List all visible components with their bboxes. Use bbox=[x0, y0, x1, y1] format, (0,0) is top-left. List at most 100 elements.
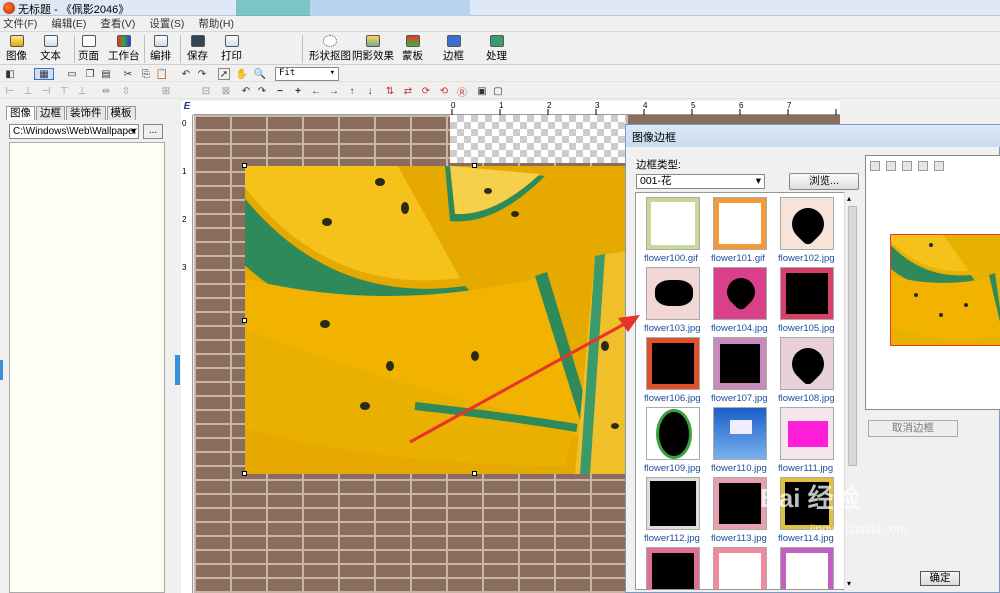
border-thumbnail[interactable]: flower111.jpg bbox=[778, 407, 836, 475]
border-thumbnail[interactable]: flower108.jpg bbox=[778, 337, 836, 405]
flip-h-icon[interactable]: ⇄ bbox=[402, 85, 414, 97]
preview-flip-h-icon[interactable] bbox=[886, 161, 896, 171]
redo-icon[interactable]: ↷ bbox=[196, 68, 208, 80]
layers-icon[interactable]: ◧ bbox=[4, 68, 16, 80]
left-edge-handle[interactable] bbox=[0, 360, 3, 380]
cut-icon[interactable]: ✂ bbox=[122, 68, 134, 80]
move-down-icon[interactable]: ↓ bbox=[364, 85, 376, 97]
workbench-button[interactable]: 工作台 bbox=[108, 33, 140, 63]
bring-front-icon[interactable]: ▣ bbox=[476, 85, 488, 97]
folder-browse-button[interactable]: ... bbox=[143, 124, 163, 139]
flip-icon[interactable]: ⇅ bbox=[384, 85, 396, 97]
border-thumbnail[interactable] bbox=[713, 547, 769, 589]
tab-decoration[interactable]: 装饰件 bbox=[66, 106, 106, 120]
plus-icon[interactable]: + bbox=[292, 85, 304, 97]
scroll-up-icon[interactable]: ▴ bbox=[847, 194, 851, 203]
process-button[interactable]: 处理 bbox=[486, 33, 507, 63]
border-thumbnail[interactable]: flower107.jpg bbox=[711, 337, 769, 405]
move-right-icon[interactable]: → bbox=[328, 85, 340, 97]
print-button[interactable]: 打印 bbox=[221, 33, 242, 63]
resize-handle[interactable] bbox=[472, 471, 477, 476]
page-button[interactable]: 页面 bbox=[78, 33, 99, 63]
border-thumbnail[interactable]: flower102.jpg bbox=[778, 197, 836, 265]
grid-icon[interactable]: ▦ bbox=[34, 68, 54, 80]
preview-rotate-icon[interactable] bbox=[902, 161, 912, 171]
rotate-90-icon[interactable]: ⟳ bbox=[420, 85, 432, 97]
align-right-icon[interactable]: ⊣ bbox=[40, 85, 52, 97]
preview-flip-icon[interactable] bbox=[870, 161, 880, 171]
border-thumbnail[interactable] bbox=[646, 547, 702, 589]
preview-rotate-back-icon[interactable] bbox=[918, 161, 928, 171]
resize-handle[interactable] bbox=[242, 163, 247, 168]
zoom-select[interactable]: Fit ▾ bbox=[275, 67, 339, 81]
border-button[interactable]: 边框 bbox=[443, 33, 464, 63]
scrollbar-thumb[interactable] bbox=[848, 206, 857, 466]
folder-path-select[interactable]: C:\Windows\Web\Wallpaper ▾ bbox=[9, 124, 139, 139]
minus-icon[interactable]: − bbox=[274, 85, 286, 97]
tab-border[interactable]: 边框 bbox=[36, 106, 65, 120]
browse-button[interactable]: 浏览... bbox=[789, 173, 859, 190]
dialog-title-bar[interactable]: 图像边框 bbox=[626, 125, 1000, 147]
same-size-icon[interactable]: ⊞ bbox=[160, 85, 172, 97]
save-button[interactable]: 保存 bbox=[187, 33, 208, 63]
rotate-right-icon[interactable]: ↷ bbox=[256, 85, 268, 97]
align-center-icon[interactable]: ⊥ bbox=[22, 85, 34, 97]
toolbar-divider bbox=[302, 35, 303, 63]
tab-template[interactable]: 模板 bbox=[106, 106, 136, 120]
resize-handle[interactable] bbox=[242, 318, 247, 323]
border-preview-pane bbox=[865, 155, 1000, 410]
border-thumbnail[interactable]: flower100.gif bbox=[644, 197, 702, 265]
paste-icon[interactable]: 📋 bbox=[156, 68, 168, 80]
align-left-icon[interactable]: ⊢ bbox=[4, 85, 16, 97]
menu-edit[interactable]: 编辑(E) bbox=[51, 16, 86, 31]
menu-file[interactable]: 文件(F) bbox=[3, 16, 37, 31]
cancel-border-button[interactable]: 取消边框 bbox=[868, 420, 958, 437]
pointer-icon[interactable]: ➚ bbox=[218, 68, 230, 80]
reset-icon[interactable]: Ⓡ bbox=[456, 85, 468, 99]
text-button[interactable]: 文本 bbox=[40, 33, 61, 63]
move-up-icon[interactable]: ↑ bbox=[346, 85, 358, 97]
mask-button[interactable]: 蒙板 bbox=[402, 33, 423, 63]
double-heart-shape bbox=[655, 280, 693, 306]
shadow-effect-button[interactable]: 阴影效果 bbox=[352, 33, 394, 63]
border-thumbnail[interactable]: flower101.gif bbox=[711, 197, 769, 265]
resize-handle[interactable] bbox=[472, 163, 477, 168]
border-thumbnail[interactable] bbox=[780, 547, 836, 589]
ungroup-icon[interactable]: ⊠ bbox=[220, 85, 232, 97]
align-bottom-icon[interactable]: ⊥ bbox=[76, 85, 88, 97]
align-icon[interactable]: ▤ bbox=[100, 68, 112, 80]
image-file-list[interactable] bbox=[9, 142, 165, 593]
menu-help[interactable]: 帮助(H) bbox=[198, 16, 234, 31]
shape-crop-button[interactable]: 形状抠图 bbox=[309, 33, 351, 63]
border-thumbnail[interactable]: flower104.jpg bbox=[711, 267, 769, 335]
border-type-select[interactable]: 001-花 ▾ bbox=[636, 174, 765, 189]
ok-button[interactable]: 确定 bbox=[920, 571, 960, 586]
rotate-left-icon[interactable]: ↶ bbox=[240, 85, 252, 97]
save-disk-icon bbox=[190, 35, 205, 47]
menu-view[interactable]: 查看(V) bbox=[100, 16, 135, 31]
distribute-v-icon[interactable]: ⇳ bbox=[120, 85, 132, 97]
arrange-button[interactable]: 编排 bbox=[150, 33, 171, 63]
menu-settings[interactable]: 设置(S) bbox=[149, 16, 184, 31]
align-top-icon[interactable]: ⊤ bbox=[58, 85, 70, 97]
panel-splitter[interactable] bbox=[175, 355, 180, 385]
undo-icon[interactable]: ↶ bbox=[180, 68, 192, 80]
scroll-down-icon[interactable]: ▾ bbox=[847, 579, 851, 588]
group-icon[interactable]: ⊟ bbox=[200, 85, 212, 97]
copy-frame-icon[interactable]: ❐ bbox=[84, 68, 96, 80]
border-thumbnail[interactable]: flower105.jpg bbox=[778, 267, 836, 335]
copy-icon[interactable]: ⎘ bbox=[140, 68, 152, 80]
distribute-h-icon[interactable]: ⇹ bbox=[100, 85, 112, 97]
preview-reset-icon[interactable] bbox=[934, 161, 944, 171]
rotate-180-icon[interactable]: ⟲ bbox=[438, 85, 450, 97]
screen-icon[interactable]: ▭ bbox=[66, 68, 78, 80]
zoom-icon[interactable]: 🔍 bbox=[254, 68, 266, 80]
border-thumbnail[interactable]: flower112.jpg bbox=[644, 477, 702, 545]
send-back-icon[interactable]: ▢ bbox=[492, 85, 504, 97]
image-button[interactable]: 图像 bbox=[6, 33, 27, 63]
tab-image[interactable]: 图像 bbox=[6, 106, 35, 120]
border-thumbnail[interactable]: flower110.jpg bbox=[711, 407, 769, 475]
resize-handle[interactable] bbox=[242, 471, 247, 476]
move-left-icon[interactable]: ← bbox=[310, 85, 322, 97]
hand-icon[interactable]: ✋ bbox=[236, 68, 248, 80]
